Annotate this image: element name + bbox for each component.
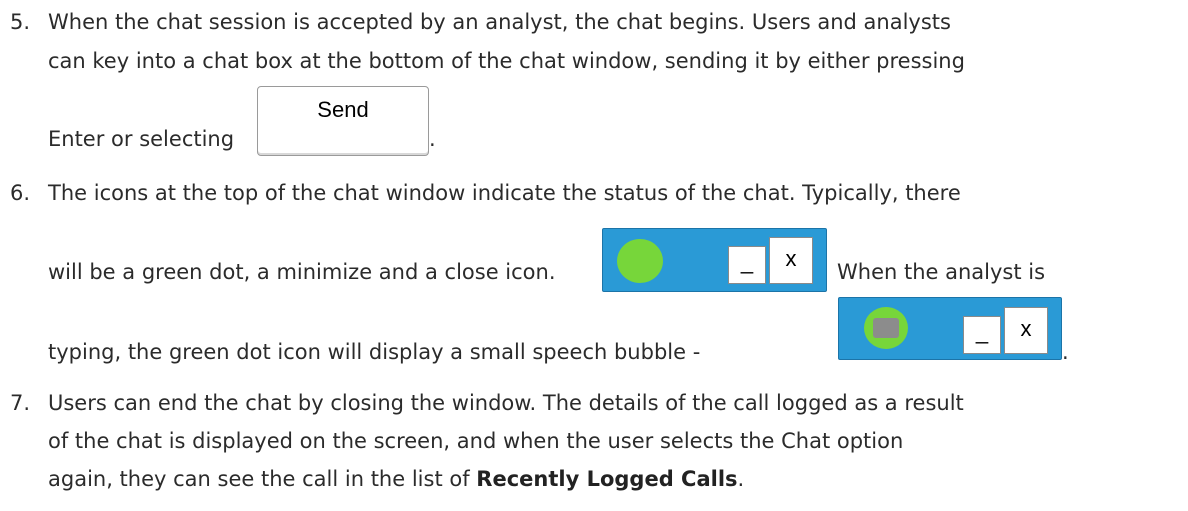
item-5-period: . xyxy=(429,127,436,151)
send-button-image: Send xyxy=(257,86,429,156)
item-5-line-2: can key into a chat box at the bottom of… xyxy=(48,49,965,73)
item-7-line-3: again, they can see the call in the list… xyxy=(48,465,744,493)
recently-logged-calls-label: Recently Logged Calls xyxy=(476,467,738,491)
item-number: 7. xyxy=(10,391,31,415)
green-dot-icon xyxy=(617,239,663,283)
item-number: 6. xyxy=(10,181,31,205)
item-6-period: . xyxy=(1062,340,1069,364)
green-dot-speech-bubble-icon xyxy=(864,307,908,349)
item-5-line-3: Enter or selecting xyxy=(48,127,235,151)
item-6-line-1: The icons at the top of the chat window … xyxy=(48,181,961,205)
item-number: 5. xyxy=(10,10,31,34)
item-7-line-1: Users can end the chat by closing the wi… xyxy=(48,391,964,415)
chat-status-icons-typing: _ x xyxy=(838,297,1062,360)
item-6-line-2: will be a green dot, a minimize and a cl… xyxy=(48,260,556,284)
item-5-line-1: When the chat session is accepted by an … xyxy=(48,10,951,34)
minimize-icon: _ xyxy=(963,316,1001,354)
item-7-line-2: of the chat is displayed on the screen, … xyxy=(48,429,904,453)
item-7-line-3-text: again, they can see the call in the list… xyxy=(48,467,470,491)
speech-bubble-icon xyxy=(873,318,899,338)
item-6-line-2-end: When the analyst is xyxy=(837,260,1046,284)
item-6-line-3: typing, the green dot icon will display … xyxy=(48,340,701,364)
close-icon: x xyxy=(1004,307,1048,354)
close-icon: x xyxy=(769,237,813,284)
minimize-icon: _ xyxy=(728,246,766,284)
send-button-label: Send xyxy=(317,97,369,122)
chat-status-icons-normal: _ x xyxy=(602,228,827,292)
item-7-period: . xyxy=(737,467,745,491)
